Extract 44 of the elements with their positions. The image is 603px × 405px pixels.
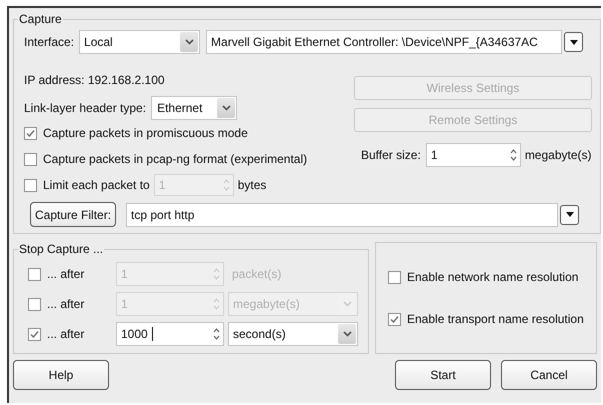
unit-dropdown[interactable]: second(s)	[228, 322, 358, 346]
link-layer-label: Link-layer header type:	[24, 101, 146, 115]
ip-address-text: IP address: 192.168.2.100	[24, 72, 166, 88]
up-down-icon	[222, 178, 230, 192]
unit-label: packet(s)	[232, 267, 282, 281]
buffer-size-label: Buffer size:	[361, 148, 421, 162]
checkbox-option[interactable]: Enable network name resolution	[388, 264, 596, 290]
up-down-icon	[510, 148, 517, 162]
checkmark-icon	[389, 314, 400, 324]
triangle-down-icon	[570, 40, 578, 44]
group-title: Stop Capture ...	[18, 242, 104, 256]
up-down-icon	[213, 327, 220, 341]
link-layer-dropdown[interactable]: Ethernet	[151, 96, 238, 120]
unit-label: megabyte(s)	[524, 148, 592, 162]
filter-field[interactable]: tcp port http	[126, 202, 558, 226]
up-down-icon	[213, 297, 220, 311]
interface-dropdown[interactable]: Local	[79, 30, 200, 54]
dropdown-button[interactable]	[564, 32, 584, 52]
dialog-button[interactable]: Start	[395, 360, 491, 390]
group-title: Capture	[18, 12, 63, 26]
dialog-button[interactable]: Help	[13, 360, 109, 390]
dialog-button[interactable]: Cancel	[501, 360, 597, 390]
chevron-icon	[222, 105, 231, 111]
limit-checkbox[interactable]: Limit each packet to	[24, 172, 150, 198]
triangle-down-icon	[566, 212, 574, 217]
dropdown-button[interactable]	[560, 204, 580, 224]
stop-checkbox[interactable]: ... after	[28, 261, 116, 287]
stop-checkbox[interactable]: ... after	[28, 291, 116, 317]
checkbox-option[interactable]: Capture packets in pcap-ng format (experimental)	[24, 146, 354, 172]
capture-filter-button[interactable]: Capture Filter:	[30, 202, 116, 227]
checkbox-option[interactable]: Enable transport name resolution	[388, 306, 596, 332]
chevron-icon	[342, 301, 352, 307]
number-field[interactable]: 1	[426, 143, 521, 167]
checkmark-icon	[29, 328, 40, 340]
device-dropdown[interactable]: Marvell Gigabit Ethernet Controller: \Device\NPF_{A34637AC	[206, 30, 562, 54]
up-down-icon	[213, 267, 220, 281]
stop-checkbox[interactable]: ... after	[28, 321, 116, 347]
chevron-icon	[342, 331, 352, 337]
number-field[interactable]: 1000	[116, 322, 224, 346]
checkbox-option[interactable]: Capture packets in promiscuous mode	[24, 120, 354, 146]
checkmark-icon	[25, 128, 36, 138]
chevron-icon	[184, 39, 194, 45]
unit-label: bytes	[238, 178, 266, 192]
interface-label: Interface:	[24, 35, 74, 49]
